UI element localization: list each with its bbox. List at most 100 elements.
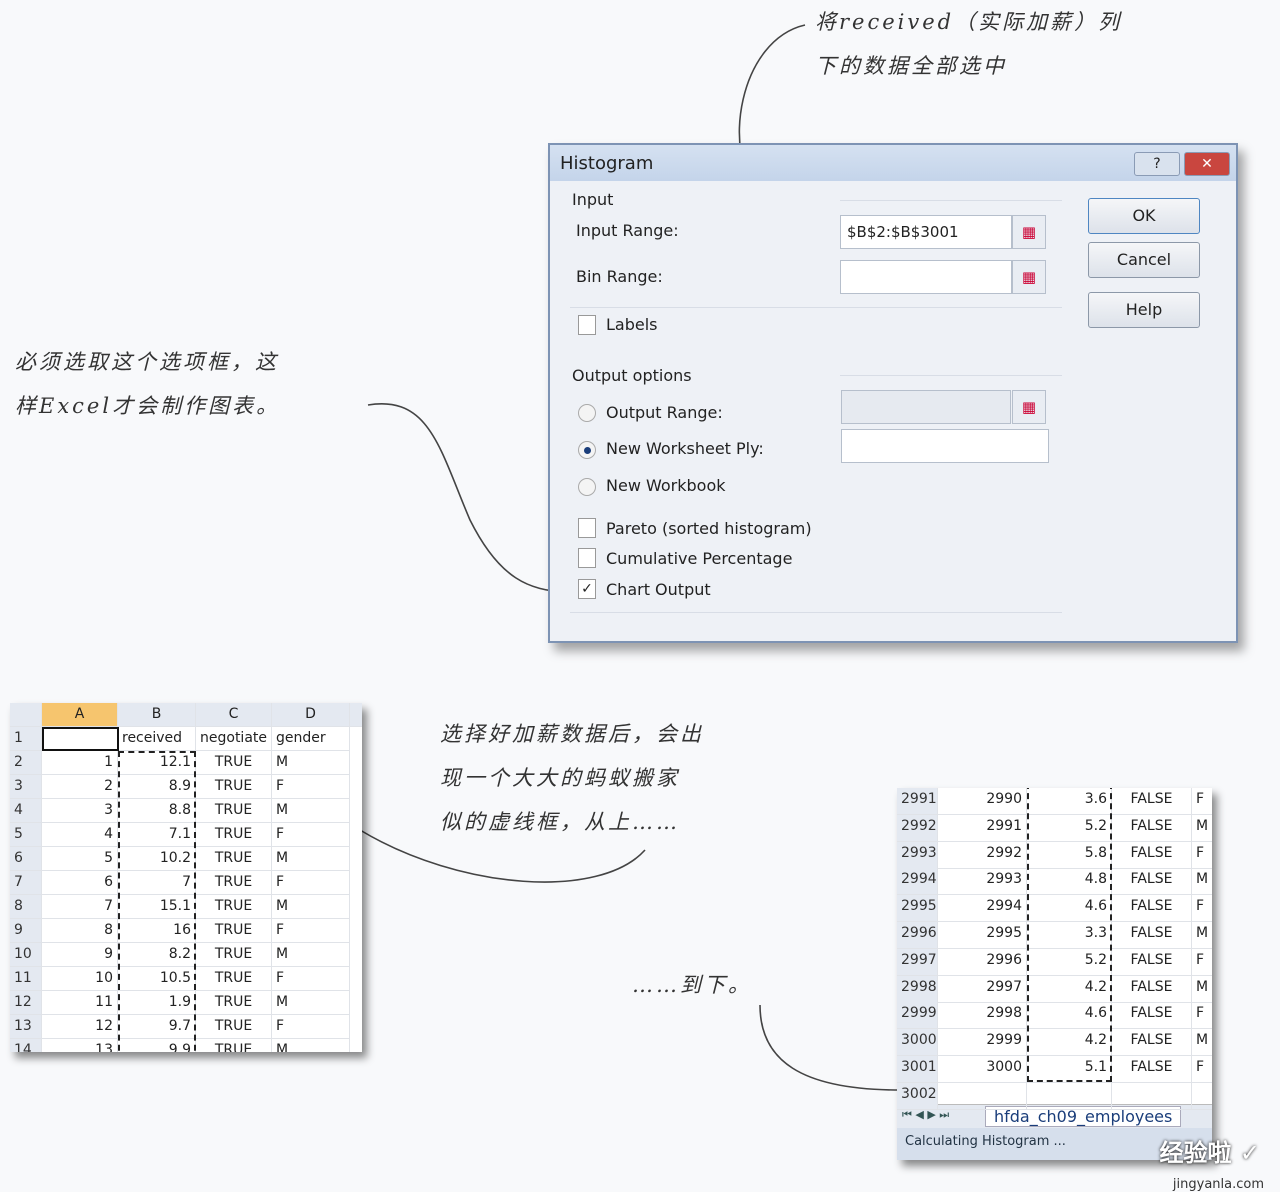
cell[interactable]: 2: [42, 775, 118, 799]
help-icon[interactable]: ?: [1134, 152, 1180, 176]
row-header[interactable]: 2996: [897, 922, 938, 949]
cell[interactable]: TRUE: [196, 943, 272, 967]
cell[interactable]: TRUE: [196, 799, 272, 823]
row-header[interactable]: 2997: [897, 949, 938, 976]
cell[interactable]: M: [272, 847, 350, 871]
cell[interactable]: FALSE: [1112, 1029, 1192, 1056]
cell[interactable]: FALSE: [1112, 895, 1192, 922]
cell[interactable]: FALSE: [1112, 949, 1192, 976]
row-header[interactable]: 1: [10, 727, 42, 751]
cell[interactable]: [1027, 1083, 1112, 1110]
cell[interactable]: M: [272, 895, 350, 919]
row-header[interactable]: 6: [10, 847, 42, 871]
cell[interactable]: 2992: [938, 842, 1027, 869]
cell[interactable]: M: [272, 991, 350, 1015]
cell[interactable]: 2995: [938, 922, 1027, 949]
cell[interactable]: TRUE: [196, 751, 272, 775]
cell[interactable]: FALSE: [1112, 922, 1192, 949]
cell[interactable]: negotiate: [196, 727, 272, 751]
row-header[interactable]: 11: [10, 967, 42, 991]
cell[interactable]: FALSE: [1112, 976, 1192, 1003]
cell[interactable]: TRUE: [196, 919, 272, 943]
row-header[interactable]: 7: [10, 871, 42, 895]
cell[interactable]: 3000: [938, 1056, 1027, 1083]
row-header[interactable]: 5: [10, 823, 42, 847]
cell[interactable]: M: [1192, 976, 1212, 1003]
cell[interactable]: 2993: [938, 868, 1027, 895]
cell[interactable]: M: [272, 943, 350, 967]
cell[interactable]: FALSE: [1112, 1002, 1192, 1029]
range-selector-icon[interactable]: ▦: [1012, 260, 1046, 294]
cell[interactable]: M: [1192, 922, 1212, 949]
input-range-field[interactable]: $B$2:$B$3001: [840, 215, 1012, 249]
bin-range-field[interactable]: [840, 260, 1012, 294]
row-header[interactable]: 2995: [897, 895, 938, 922]
row-header[interactable]: 3: [10, 775, 42, 799]
cancel-button[interactable]: Cancel: [1088, 242, 1200, 278]
cell[interactable]: F: [272, 967, 350, 991]
chart-output-checkbox[interactable]: ✓: [578, 579, 596, 599]
cell[interactable]: TRUE: [196, 847, 272, 871]
cell[interactable]: FALSE: [1112, 815, 1192, 842]
cell[interactable]: 7: [42, 895, 118, 919]
cell[interactable]: 12: [42, 1015, 118, 1039]
cell[interactable]: FALSE: [1112, 868, 1192, 895]
ok-button[interactable]: OK: [1088, 198, 1200, 234]
range-selector-icon[interactable]: ▦: [1012, 390, 1046, 424]
cell[interactable]: TRUE: [196, 1039, 272, 1052]
cell[interactable]: [938, 1083, 1027, 1110]
cell[interactable]: F: [272, 775, 350, 799]
cell[interactable]: 5: [42, 847, 118, 871]
cell[interactable]: TRUE: [196, 1015, 272, 1039]
new-workbook-radio[interactable]: [578, 478, 596, 496]
cell[interactable]: TRUE: [196, 967, 272, 991]
column-header-a[interactable]: A: [42, 703, 118, 727]
row-header[interactable]: 2994: [897, 868, 938, 895]
row-header[interactable]: 8: [10, 895, 42, 919]
cell[interactable]: FALSE: [1112, 788, 1192, 815]
new-worksheet-ply-field[interactable]: [841, 429, 1049, 463]
cell[interactable]: F: [1192, 949, 1212, 976]
cumulative-percentage-checkbox[interactable]: [578, 548, 596, 568]
cell[interactable]: 10: [42, 967, 118, 991]
row-header[interactable]: 14: [10, 1039, 42, 1052]
cell[interactable]: 2997: [938, 976, 1027, 1003]
row-header[interactable]: 2999: [897, 1002, 938, 1029]
cell[interactable]: 8: [42, 919, 118, 943]
cell[interactable]: gender: [272, 727, 350, 751]
row-header[interactable]: 9: [10, 919, 42, 943]
row-header[interactable]: 3000: [897, 1029, 938, 1056]
row-header[interactable]: 3001: [897, 1056, 938, 1083]
row-header[interactable]: 2: [10, 751, 42, 775]
cell[interactable]: TRUE: [196, 871, 272, 895]
column-header[interactable]: [350, 703, 362, 727]
column-header-c[interactable]: C: [196, 703, 272, 727]
range-selector-icon[interactable]: ▦: [1012, 215, 1046, 249]
labels-checkbox[interactable]: [578, 315, 596, 335]
cell[interactable]: 9: [42, 943, 118, 967]
cell[interactable]: 2990: [938, 788, 1027, 815]
cell[interactable]: TRUE: [196, 991, 272, 1015]
cell[interactable]: F: [272, 823, 350, 847]
cell[interactable]: 2994: [938, 895, 1027, 922]
row-header[interactable]: 2991: [897, 788, 938, 815]
cell[interactable]: F: [1192, 842, 1212, 869]
cell[interactable]: 2998: [938, 1002, 1027, 1029]
cell[interactable]: 13: [42, 1039, 118, 1052]
help-button[interactable]: Help: [1088, 292, 1200, 328]
output-range-radio[interactable]: [578, 404, 596, 422]
cell[interactable]: M: [1192, 868, 1212, 895]
row-header[interactable]: 2992: [897, 815, 938, 842]
cell[interactable]: F: [1192, 788, 1212, 815]
new-worksheet-ply-radio[interactable]: [578, 441, 596, 459]
row-header[interactable]: 3002: [897, 1083, 938, 1110]
cell[interactable]: received: [118, 727, 196, 751]
column-header-b[interactable]: B: [118, 703, 196, 727]
row-header[interactable]: 12: [10, 991, 42, 1015]
cell[interactable]: 2999: [938, 1029, 1027, 1056]
cell[interactable]: [1112, 1083, 1192, 1110]
cell[interactable]: 1: [42, 751, 118, 775]
row-header[interactable]: 4: [10, 799, 42, 823]
row-header[interactable]: 2998: [897, 976, 938, 1003]
cell[interactable]: M: [1192, 1029, 1212, 1056]
